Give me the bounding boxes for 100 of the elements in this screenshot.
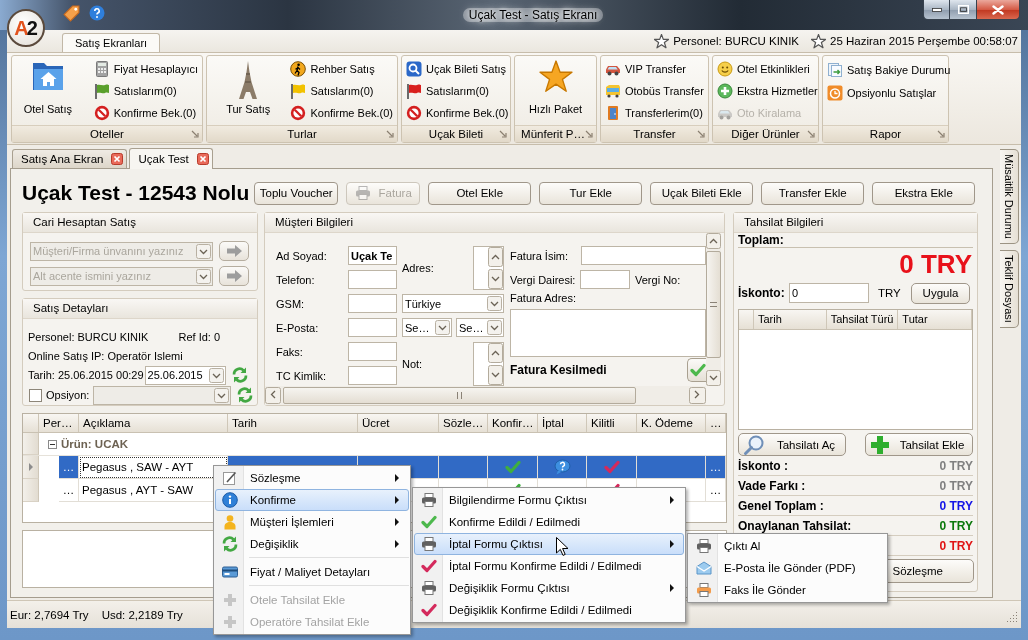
ribbon-button[interactable]: Transferlerim(0): [603, 102, 706, 124]
go-button[interactable]: [219, 241, 249, 261]
menu-item[interactable]: İptal Formu Çıktısı: [414, 533, 684, 555]
dialog-launcher-icon[interactable]: [499, 130, 507, 138]
ribbon-large-button[interactable]: Otel Satış: [14, 57, 82, 124]
column-header[interactable]: İptal: [538, 414, 587, 432]
menu-item[interactable]: İptal Formu Konfirme Edildi / Edilmedi: [414, 555, 684, 577]
table-cell[interactable]: …: [706, 456, 726, 479]
country-field[interactable]: Türkiye: [402, 294, 504, 313]
ribbon-button[interactable]: Uçak Bileti Satış: [404, 58, 511, 80]
ribbon-tab[interactable]: Satış Ekranları: [62, 33, 161, 52]
menu-item[interactable]: Faks İle Gönder: [689, 579, 886, 601]
dialog-launcher-icon[interactable]: [585, 130, 593, 138]
scroll-up-button[interactable]: [706, 233, 721, 249]
column-header[interactable]: Tutar: [898, 310, 972, 329]
refresh-icon[interactable]: [230, 366, 249, 384]
collapse-icon[interactable]: [48, 439, 57, 449]
note-field[interactable]: [473, 342, 504, 386]
action-button[interactable]: Ekstra Ekle: [872, 181, 976, 205]
table-cell[interactable]: …: [706, 479, 726, 502]
scroll-up-button[interactable]: [488, 247, 503, 267]
resize-grip-icon[interactable]: [1007, 611, 1018, 622]
ribbon-button[interactable]: Konfirme Bek.(0): [288, 102, 395, 124]
menu-item[interactable]: Fiyat / Maliyet Detayları: [215, 561, 409, 583]
action-button[interactable]: Toplu Voucher: [254, 181, 339, 205]
menu-item[interactable]: Bilgilendirme Formu Çıktısı: [414, 489, 684, 511]
ribbon-button[interactable]: Otel Etkinlikleri: [715, 58, 820, 80]
column-header[interactable]: Sözle…: [439, 414, 488, 432]
scroll-down-button[interactable]: [488, 269, 503, 289]
side-tab[interactable]: Müsaitlik Durumu: [1000, 149, 1019, 244]
column-header[interactable]: Tahsilat Türü: [826, 310, 899, 329]
ribbon-button[interactable]: Konfirme Bek.(0): [404, 102, 511, 124]
column-header[interactable]: Kilitli: [587, 414, 637, 432]
text-field[interactable]: [348, 294, 397, 313]
menu-item[interactable]: E-Posta İle Gönder (PDF): [689, 557, 886, 579]
column-header[interactable]: K. Ödeme: [637, 414, 706, 432]
ribbon-button[interactable]: Satıslarım(0): [91, 80, 200, 102]
scroll-down-button[interactable]: [706, 370, 721, 386]
column-header[interactable]: Konfir…: [488, 414, 538, 432]
apply-button[interactable]: Uygula: [911, 282, 970, 304]
table-cell[interactable]: …: [59, 456, 79, 479]
menu-item[interactable]: Konfirme: [215, 489, 409, 511]
minimize-button[interactable]: [923, 0, 950, 20]
ribbon-button[interactable]: VIP Transfer: [603, 58, 706, 80]
scroll-right-button[interactable]: [689, 387, 706, 404]
close-icon[interactable]: [111, 153, 124, 165]
menu-item[interactable]: Çıktı Al: [689, 535, 886, 557]
action-button[interactable]: Tahsilatı Aç: [738, 433, 846, 456]
go-button[interactable]: [219, 266, 249, 286]
action-button[interactable]: Otel Ekle: [428, 181, 532, 205]
select-field[interactable]: Se…: [456, 318, 504, 337]
date-field[interactable]: 25.06.2015: [144, 365, 226, 385]
close-button[interactable]: [977, 0, 1020, 20]
column-header[interactable]: Per…: [39, 414, 79, 432]
menu-item[interactable]: Değişiklik Formu Çıktısı: [414, 577, 684, 599]
column-header[interactable]: Ücret: [358, 414, 439, 432]
scroll-up-button[interactable]: [488, 343, 503, 363]
tag-icon[interactable]: [63, 5, 80, 22]
action-button[interactable]: Tahsilat Ekle: [865, 433, 973, 456]
column-header[interactable]: Tarih: [753, 310, 827, 329]
dialog-launcher-icon[interactable]: [807, 130, 815, 138]
invoice-address-field[interactable]: [510, 309, 706, 357]
column-header[interactable]: Tarih: [228, 414, 358, 432]
document-tab[interactable]: Satış Ana Ekran: [12, 149, 128, 168]
text-field[interactable]: [348, 366, 397, 385]
address-field[interactable]: [473, 246, 504, 290]
scroll-thumb[interactable]: [706, 251, 721, 358]
refresh-icon[interactable]: [236, 386, 255, 404]
dialog-launcher-icon[interactable]: [386, 130, 394, 138]
dialog-launcher-icon[interactable]: [191, 130, 199, 138]
side-tab[interactable]: Teklif Dosyası: [1000, 249, 1019, 328]
ribbon-button[interactable]: Satıslarım(0): [288, 80, 395, 102]
confirm-button[interactable]: [687, 358, 706, 382]
close-icon[interactable]: [196, 153, 209, 165]
text-field[interactable]: [348, 342, 397, 361]
action-button[interactable]: Tur Ekle: [539, 181, 643, 205]
ribbon-button[interactable]: Konfirme Bek.(0): [91, 102, 200, 124]
column-header[interactable]: Açıklama: [79, 414, 228, 432]
table-cell[interactable]: …: [59, 479, 79, 502]
ribbon-button[interactable]: Ekstra Hizmetler: [715, 80, 820, 102]
vertical-scrollbar[interactable]: [706, 233, 721, 386]
ribbon-button[interactable]: Opsiyonlu Satışlar: [825, 81, 953, 104]
ribbon-button[interactable]: Rehber Satış: [288, 58, 395, 80]
scroll-left-button[interactable]: [265, 387, 281, 404]
ribbon-button[interactable]: Fiyat Hesaplayıcı: [91, 58, 200, 80]
menu-item[interactable]: Konfirme Edildi / Edilmedi: [414, 511, 684, 533]
menu-item[interactable]: Müşteri İşlemleri: [215, 511, 409, 533]
text-field[interactable]: [348, 318, 397, 337]
column-header[interactable]: …: [706, 414, 726, 432]
help-icon[interactable]: [89, 5, 105, 21]
menu-item[interactable]: Değişiklik Konfirme Edildi / Edilmedi: [414, 599, 684, 621]
maximize-button[interactable]: [950, 0, 977, 20]
action-button[interactable]: Transfer Ekle: [761, 181, 865, 205]
checkbox[interactable]: [29, 388, 42, 402]
discount-field[interactable]: 0: [789, 283, 869, 303]
scroll-down-button[interactable]: [488, 365, 503, 385]
scroll-thumb[interactable]: [283, 387, 636, 404]
refresh-icon[interactable]: [220, 535, 239, 553]
select-field[interactable]: Se…: [402, 318, 452, 337]
action-button[interactable]: Uçak Bileti Ekle: [650, 181, 754, 205]
